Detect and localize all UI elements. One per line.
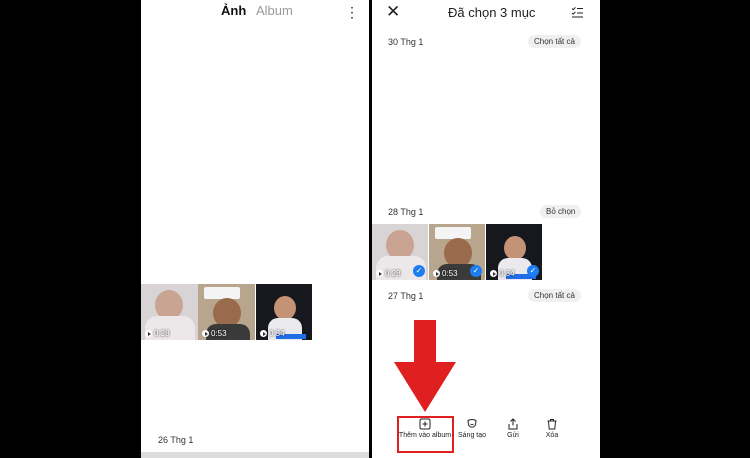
video-duration: 0:34 <box>490 269 515 278</box>
share-button[interactable]: Gửi <box>498 414 528 439</box>
more-options-icon[interactable]: ⋮ <box>345 5 359 19</box>
select-all-button[interactable]: Chọn tất cả <box>528 35 581 48</box>
video-duration: 0:28 <box>376 269 401 278</box>
video-thumbnail-selected[interactable]: 0:53 ✓ <box>429 224 485 280</box>
checkmark-icon[interactable]: ✓ <box>527 265 539 277</box>
video-thumbnail-selected[interactable]: 0:34 ✓ <box>486 224 542 280</box>
deselect-button[interactable]: Bỏ chọn <box>540 205 582 218</box>
checkmark-icon[interactable]: ✓ <box>413 265 425 277</box>
video-duration: 0:53 <box>202 329 227 338</box>
video-thumbnail-selected[interactable]: 0:28 ✓ <box>372 224 428 280</box>
tab-album[interactable]: Album <box>256 3 293 18</box>
selection-title: Đã chọn 3 mục <box>448 5 536 20</box>
gallery-screen-left: Ảnh Album ⋮ 0:28 0:53 0:34 26 Thg 1 <box>141 0 369 458</box>
action-label: Gửi <box>507 432 519 439</box>
thumbnail-strip-edge <box>141 452 369 458</box>
delete-button[interactable]: Xóa <box>538 414 566 439</box>
highlight-box <box>397 416 454 453</box>
section-date: 30 Thg 1 <box>388 37 424 47</box>
video-thumbnail[interactable]: 0:53 <box>198 284 255 340</box>
section-date: 27 Thg 1 <box>388 291 424 301</box>
video-duration: 0:34 <box>260 329 285 338</box>
video-thumbnail[interactable]: 0:28 <box>141 284 198 340</box>
action-label: Sáng tạo <box>457 432 487 439</box>
select-all-button[interactable]: Chọn tất cả <box>528 289 581 302</box>
play-icon <box>433 270 440 277</box>
close-icon[interactable]: ✕ <box>386 3 400 21</box>
create-icon <box>467 419 477 428</box>
video-duration: 0:53 <box>433 269 458 278</box>
trash-icon <box>547 419 557 430</box>
red-arrow-down-icon <box>394 320 456 412</box>
video-duration: 0:28 <box>145 329 170 338</box>
create-button[interactable]: Sáng tạo <box>454 414 490 439</box>
video-thumbnail[interactable]: 0:34 <box>256 284 312 340</box>
section-date: 28 Thg 1 <box>388 207 424 217</box>
play-icon <box>490 270 497 277</box>
checkmark-icon[interactable]: ✓ <box>470 265 482 277</box>
select-list-icon[interactable] <box>571 6 584 19</box>
play-icon <box>202 330 209 337</box>
play-icon <box>145 330 152 337</box>
play-icon <box>260 330 267 337</box>
action-label: Xóa <box>545 432 559 439</box>
play-icon <box>376 270 383 277</box>
section-date: 26 Thg 1 <box>158 435 194 445</box>
tab-bar: Ảnh Album ⋮ <box>141 3 369 21</box>
share-icon <box>508 418 518 430</box>
tab-photos[interactable]: Ảnh <box>221 3 246 18</box>
